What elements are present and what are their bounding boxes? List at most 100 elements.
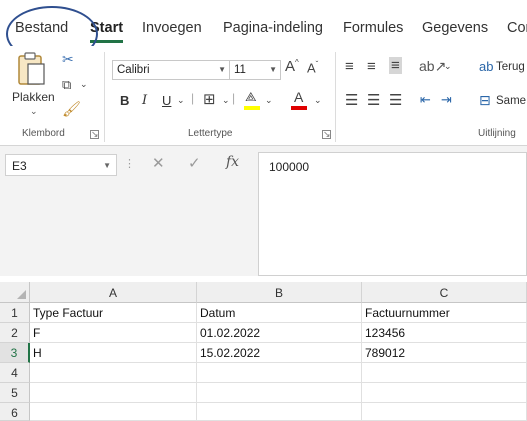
cell-reference: E3 <box>12 159 27 173</box>
align-middle-icon[interactable]: ≡ <box>367 59 376 74</box>
merge-cells-label[interactable]: Same <box>496 95 526 107</box>
cell-a6[interactable] <box>30 403 197 421</box>
chevron-down-icon[interactable]: ⌄ <box>265 96 273 105</box>
bold-button[interactable]: B <box>120 93 129 108</box>
formula-bar: E3 ▼ ⋮ ✕ ✓ fx 100000 <box>0 146 527 276</box>
chevron-down-icon[interactable]: ⌄ <box>222 96 230 105</box>
cell-b2[interactable]: 01.02.2022 <box>197 323 362 343</box>
font-size-value: 11 <box>234 64 246 76</box>
row-header[interactable]: 2 <box>0 323 30 343</box>
chevron-down-icon[interactable]: ⌄ <box>444 62 452 71</box>
vsep-icon: | <box>232 91 236 105</box>
row-header[interactable]: 6 <box>0 403 30 421</box>
row-header-selected[interactable]: 3 <box>0 343 30 363</box>
italic-button[interactable]: I <box>142 93 147 108</box>
cell-c2[interactable]: 123456 <box>362 323 527 343</box>
merge-cells-icon[interactable]: ⊟ <box>479 93 491 107</box>
wrap-text-icon[interactable]: ab <box>479 60 493 73</box>
cell-a2[interactable]: F <box>30 323 197 343</box>
align-right-icon[interactable]: ☰ <box>389 93 402 108</box>
active-tab-indicator <box>90 40 123 43</box>
cell-a4[interactable] <box>30 363 197 383</box>
formula-value: 100000 <box>269 160 310 174</box>
font-size-combo[interactable]: 11 ▼ <box>229 60 281 80</box>
column-header-c[interactable]: C <box>362 282 527 303</box>
underline-button[interactable]: U <box>162 93 171 108</box>
cell-b6[interactable] <box>197 403 362 421</box>
paste-button[interactable]: Plakken ⌄ <box>8 50 58 122</box>
font-name-combo[interactable]: Calibri ▼ <box>112 60 230 80</box>
cell-c4[interactable] <box>362 363 527 383</box>
row-header[interactable]: 4 <box>0 363 30 383</box>
chevron-down-icon[interactable]: ⌄ <box>80 80 88 89</box>
clipboard-icon <box>18 52 45 85</box>
row-header[interactable]: 1 <box>0 303 30 323</box>
increase-indent-icon[interactable]: ⇥ <box>441 93 452 106</box>
cell-a3[interactable]: H <box>30 343 197 363</box>
cell-c6[interactable] <box>362 403 527 421</box>
align-bottom-icon[interactable]: ≡ <box>389 57 402 74</box>
formula-input[interactable]: 100000 <box>258 152 527 276</box>
group-divider <box>104 52 105 142</box>
group-label-font: Lettertype <box>188 128 233 139</box>
align-top-icon[interactable]: ≡ <box>345 59 354 74</box>
cell-c5[interactable] <box>362 383 527 403</box>
group-label-alignment: Uitlijning <box>478 128 516 139</box>
chevron-down-icon: ▼ <box>269 65 277 74</box>
select-all-triangle <box>17 290 26 299</box>
spreadsheet-grid: A B C 1 Type Factuur Datum Factuurnummer… <box>0 282 527 421</box>
format-painter-icon[interactable]: 🖌 <box>62 102 81 117</box>
cell-b5[interactable] <box>197 383 362 403</box>
font-name-value: Calibri <box>117 64 150 76</box>
ribbon-tabs: Bestand Start Invoegen Pagina-indeling F… <box>0 0 527 46</box>
cell-b4[interactable] <box>197 363 362 383</box>
group-divider <box>335 52 336 142</box>
select-all-corner[interactable] <box>0 282 30 303</box>
paste-label: Plakken <box>12 90 55 104</box>
cell-c1[interactable]: Factuurnummer <box>362 303 527 323</box>
dialog-launcher-icon[interactable]: ↘ <box>90 130 99 139</box>
cut-icon[interactable]: ✂ <box>62 52 74 66</box>
paint-bucket-icon: ⟁ <box>245 89 257 104</box>
dialog-launcher-icon[interactable]: ↘ <box>322 130 331 139</box>
ribbon-start: Plakken ⌄ ✂ ⧉ ⌄ 🖌 Klembord ↘ Calibri ▼ 1… <box>0 46 527 146</box>
tab-formules[interactable]: Formules <box>343 20 403 36</box>
copy-icon[interactable]: ⧉ <box>62 78 71 91</box>
name-box[interactable]: E3 ▼ <box>5 154 117 176</box>
cell-c3[interactable]: 789012 <box>362 343 527 363</box>
cell-a5[interactable] <box>30 383 197 403</box>
tab-bestand[interactable]: Bestand <box>15 20 68 36</box>
font-color-button[interactable]: A <box>291 90 309 112</box>
decrease-font-icon[interactable]: Aˇ <box>307 61 318 75</box>
row-header[interactable]: 5 <box>0 383 30 403</box>
cell-b3[interactable]: 15.02.2022 <box>197 343 362 363</box>
cancel-icon[interactable]: ✕ <box>152 154 165 172</box>
font-color-bar <box>291 106 307 110</box>
fill-color-button[interactable]: ⟁ <box>244 90 262 112</box>
orientation-icon[interactable]: ab↗ <box>419 59 446 73</box>
highlight-color-bar <box>244 106 260 110</box>
tab-invoegen[interactable]: Invoegen <box>142 20 202 36</box>
tab-pagina-indeling[interactable]: Pagina-indeling <box>223 20 323 36</box>
borders-icon[interactable]: ⊞ <box>203 92 216 107</box>
column-header-b[interactable]: B <box>197 282 362 303</box>
chevron-down-icon: ▼ <box>218 65 226 74</box>
align-left-icon[interactable]: ☰ <box>345 93 358 108</box>
chevron-down-icon: ▼ <box>103 161 111 170</box>
wrap-text-label[interactable]: Terug <box>496 61 525 73</box>
tab-gegevens[interactable]: Gegevens <box>422 20 488 36</box>
chevron-down-icon[interactable]: ⌄ <box>314 96 322 105</box>
insert-function-button[interactable]: fx <box>226 154 239 170</box>
increase-font-icon[interactable]: A^ <box>285 59 299 75</box>
group-label-clipboard: Klembord <box>22 128 65 139</box>
more-icon: ⋮ <box>124 158 135 170</box>
cell-b1[interactable]: Datum <box>197 303 362 323</box>
chevron-down-icon[interactable]: ⌄ <box>177 96 185 105</box>
column-header-a[interactable]: A <box>30 282 197 303</box>
align-center-icon[interactable]: ☰ <box>367 93 380 108</box>
decrease-indent-icon[interactable]: ⇤ <box>420 93 431 106</box>
cell-a1[interactable]: Type Factuur <box>30 303 197 323</box>
tab-start[interactable]: Start <box>90 20 123 36</box>
enter-check-icon[interactable]: ✓ <box>188 154 201 172</box>
tab-controleren[interactable]: Cor <box>507 20 527 36</box>
